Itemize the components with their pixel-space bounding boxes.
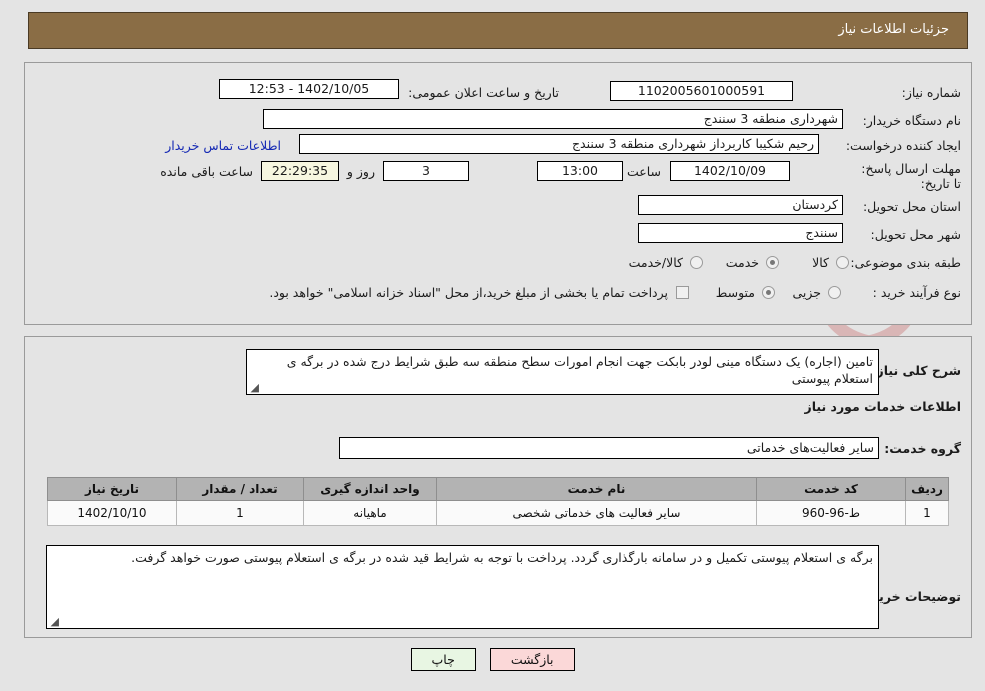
purchase-type-option-jozii: جزیی <box>792 285 821 300</box>
col-need-date: تاریخ نیاز <box>47 477 177 501</box>
category-label: طبقه بندی موضوعی: <box>850 255 961 270</box>
cell-qty: 1 <box>176 500 304 526</box>
category-radio-khedmat[interactable] <box>766 256 779 269</box>
category-option-kala-khedmat: کالا/خدمت <box>628 255 683 270</box>
province-label: استان محل تحویل: <box>862 199 961 214</box>
need-number-value: 1102005601000591 <box>610 81 793 101</box>
deadline-days: 3 <box>383 161 469 181</box>
general-desc-value: تامین (اجاره) یک دستگاه مینی لودر بابکت … <box>286 354 873 386</box>
city-value: سنندج <box>638 223 843 243</box>
col-name: نام خدمت <box>436 477 757 501</box>
category-option-khedmat: خدمت <box>725 255 759 270</box>
deadline-countdown: 22:29:35 <box>261 161 339 181</box>
service-group-label: گروه خدمت: <box>884 441 961 456</box>
cell-row: 1 <box>905 500 949 526</box>
services-table: ردیف کد خدمت نام خدمت واحد اندازه گیری ت… <box>47 477 949 526</box>
return-button[interactable]: بازگشت <box>489 648 575 671</box>
need-number-label: شماره نیاز: <box>901 85 961 100</box>
col-row: ردیف <box>905 477 949 501</box>
cell-need-date: 1402/10/10 <box>47 500 177 526</box>
need-details-panel: شرح کلی نیاز: تامین (اجاره) یک دستگاه می… <box>24 336 972 638</box>
table-header-row: ردیف کد خدمت نام خدمت واحد اندازه گیری ت… <box>47 477 949 501</box>
announce-datetime-value: 1402/10/05 - 12:53 <box>219 79 399 99</box>
purchase-type-label: نوع فرآیند خرید : <box>872 285 961 300</box>
services-heading: اطلاعات خدمات مورد نیاز <box>804 399 962 414</box>
page-title: جزئیات اطلاعات نیاز <box>838 22 949 37</box>
service-group-value: سایر فعالیت‌های خدماتی <box>339 437 879 459</box>
buyer-contact-link[interactable]: اطلاعات تماس خریدار <box>165 138 281 153</box>
deadline-hour-label: ساعت <box>626 164 661 179</box>
purchase-type-radio-motevaset[interactable] <box>762 286 775 299</box>
buyer-notes-value: برگه ی استعلام پیوستی تکمیل و در سامانه … <box>131 550 873 565</box>
deadline-hour: 13:00 <box>537 161 623 181</box>
cell-name: سایر فعالیت های خدماتی شخصی <box>436 500 757 526</box>
category-radio-kala-khedmat[interactable] <box>690 256 703 269</box>
footer-button-bar: بازگشت چاپ <box>0 648 985 671</box>
deadline-label: مهلت ارسال پاسخ: تا تاریخ: <box>861 161 961 191</box>
resize-grip-icon[interactable]: ◢ <box>249 382 259 393</box>
buyer-org-label: نام دستگاه خریدار: <box>862 113 961 128</box>
general-desc-textarea[interactable]: تامین (اجاره) یک دستگاه مینی لودر بابکت … <box>246 349 879 395</box>
table-row[interactable]: 1 ط-96-960 سایر فعالیت های خدماتی شخصی م… <box>47 500 949 526</box>
announce-datetime-label: تاریخ و ساعت اعلان عمومی: <box>408 85 559 100</box>
islamic-treasury-note: پرداخت تمام یا بخشی از مبلغ خرید،از محل … <box>269 285 668 300</box>
col-unit: واحد اندازه گیری <box>303 477 437 501</box>
deadline-countdown-label: ساعت باقی مانده <box>160 164 253 179</box>
city-label: شهر محل تحویل: <box>870 227 961 242</box>
category-radio-kala[interactable] <box>836 256 849 269</box>
creator-label: ایجاد کننده درخواست: <box>845 138 961 153</box>
buyer-notes-textarea[interactable]: برگه ی استعلام پیوستی تکمیل و در سامانه … <box>46 545 879 629</box>
col-code: کد خدمت <box>756 477 906 501</box>
purchase-type-option-motevaset: متوسط <box>715 285 755 300</box>
page-header: جزئیات اطلاعات نیاز <box>28 12 968 49</box>
deadline-date: 1402/10/09 <box>670 161 790 181</box>
purchase-type-radio-jozii[interactable] <box>828 286 841 299</box>
buyer-org-value: شهرداری منطقه 3 سنندج <box>263 109 843 129</box>
col-qty: تعداد / مقدار <box>176 477 304 501</box>
resize-grip-icon-notes[interactable]: ◢ <box>49 616 59 627</box>
general-desc-label: شرح کلی نیاز: <box>871 363 961 378</box>
province-value: کردستان <box>638 195 843 215</box>
deadline-days-label: روز و <box>346 164 375 179</box>
cell-code: ط-96-960 <box>756 500 906 526</box>
cell-unit: ماهیانه <box>303 500 437 526</box>
need-info-panel: شماره نیاز: 1102005601000591 تاریخ و ساع… <box>24 62 972 325</box>
category-option-kala: کالا <box>812 255 829 270</box>
print-button[interactable]: چاپ <box>410 648 476 671</box>
creator-value: رحیم شکیبا کاربرداز شهرداری منطقه 3 سنند… <box>299 134 819 154</box>
islamic-treasury-checkbox[interactable] <box>676 286 689 299</box>
